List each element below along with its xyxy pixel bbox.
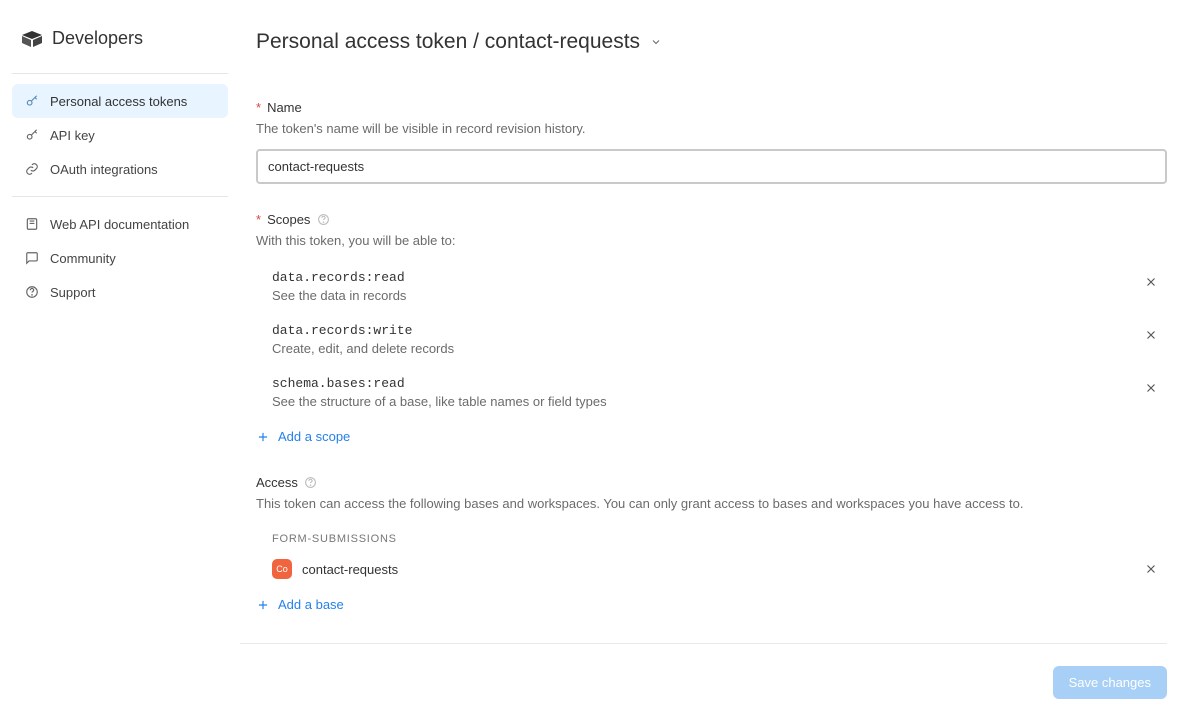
- sidebar-item-community[interactable]: Community: [12, 241, 228, 275]
- scope-code: data.records:read: [272, 270, 1139, 285]
- scope-row: schema.bases:read See the structure of a…: [256, 366, 1167, 419]
- scope-desc: See the structure of a base, like table …: [272, 394, 1139, 409]
- name-field-group: * Name The token's name will be visible …: [256, 100, 1167, 184]
- base-icon: Co: [272, 559, 292, 579]
- info-icon[interactable]: [304, 475, 318, 489]
- info-icon[interactable]: [316, 212, 330, 226]
- help-icon: [24, 284, 40, 300]
- scope-desc: See the data in records: [272, 288, 1139, 303]
- scope-row: data.records:read See the data in record…: [256, 260, 1167, 313]
- add-base-label: Add a base: [278, 597, 344, 612]
- scopes-field-group: * Scopes With this token, you will be ab…: [256, 212, 1167, 447]
- scope-row: data.records:write Create, edit, and del…: [256, 313, 1167, 366]
- sidebar-item-label: Personal access tokens: [50, 94, 187, 109]
- sidebar-item-label: Community: [50, 251, 116, 266]
- chat-icon: [24, 250, 40, 266]
- sidebar-item-label: Support: [50, 285, 96, 300]
- access-label: Access: [256, 475, 1167, 490]
- name-label: * Name: [256, 100, 1167, 115]
- page-title: Personal access token / contact-requests: [256, 30, 640, 54]
- sidebar-item-label: Web API documentation: [50, 217, 189, 232]
- scope-list: data.records:read See the data in record…: [256, 260, 1167, 419]
- sidebar-item-personal-access-tokens[interactable]: Personal access tokens: [12, 84, 228, 118]
- logo: Developers: [12, 20, 228, 69]
- scopes-help-text: With this token, you will be able to:: [256, 231, 1167, 251]
- required-indicator: *: [256, 212, 261, 227]
- page-header: Personal access token / contact-requests: [240, 20, 1167, 76]
- remove-base-button[interactable]: [1139, 557, 1163, 581]
- main-content: Personal access token / contact-requests…: [240, 0, 1179, 674]
- link-icon: [24, 161, 40, 177]
- scope-desc: Create, edit, and delete records: [272, 341, 1139, 356]
- base-name: contact-requests: [302, 562, 398, 577]
- scope-code: data.records:write: [272, 323, 1139, 338]
- key-icon: [24, 127, 40, 143]
- form: * Name The token's name will be visible …: [240, 76, 1167, 643]
- token-name-input[interactable]: [256, 149, 1167, 184]
- remove-scope-button[interactable]: [1139, 376, 1163, 400]
- save-changes-button[interactable]: Save changes: [1053, 666, 1167, 699]
- sidebar-item-label: OAuth integrations: [50, 162, 158, 177]
- sidebar-item-label: API key: [50, 128, 95, 143]
- required-indicator: *: [256, 100, 261, 115]
- book-icon: [24, 216, 40, 232]
- divider: [12, 196, 228, 197]
- scopes-label: * Scopes: [256, 212, 1167, 227]
- remove-scope-button[interactable]: [1139, 323, 1163, 347]
- remove-scope-button[interactable]: [1139, 270, 1163, 294]
- logo-text: Developers: [52, 28, 143, 49]
- scope-code: schema.bases:read: [272, 376, 1139, 391]
- sidebar-item-api-key[interactable]: API key: [12, 118, 228, 152]
- sidebar-item-support[interactable]: Support: [12, 275, 228, 309]
- chevron-down-icon[interactable]: [650, 36, 662, 48]
- add-scope-label: Add a scope: [278, 429, 350, 444]
- base-row: Co contact-requests: [256, 551, 1167, 587]
- sidebar-item-oauth-integrations[interactable]: OAuth integrations: [12, 152, 228, 186]
- access-field-group: Access This token can access the followi…: [256, 475, 1167, 615]
- plus-icon: [256, 430, 270, 444]
- sidebar-item-web-api-documentation[interactable]: Web API documentation: [12, 207, 228, 241]
- divider: [12, 73, 228, 74]
- add-scope-button[interactable]: Add a scope: [256, 419, 350, 446]
- plus-icon: [256, 598, 270, 612]
- access-group-label: FORM-SUBMISSIONS: [256, 523, 1167, 551]
- sidebar: Developers Personal access tokens API ke…: [0, 0, 240, 674]
- name-help-text: The token's name will be visible in reco…: [256, 119, 1167, 139]
- access-help-text: This token can access the following base…: [256, 494, 1167, 514]
- logo-icon: [20, 29, 44, 49]
- add-base-button[interactable]: Add a base: [256, 587, 344, 614]
- key-icon: [24, 93, 40, 109]
